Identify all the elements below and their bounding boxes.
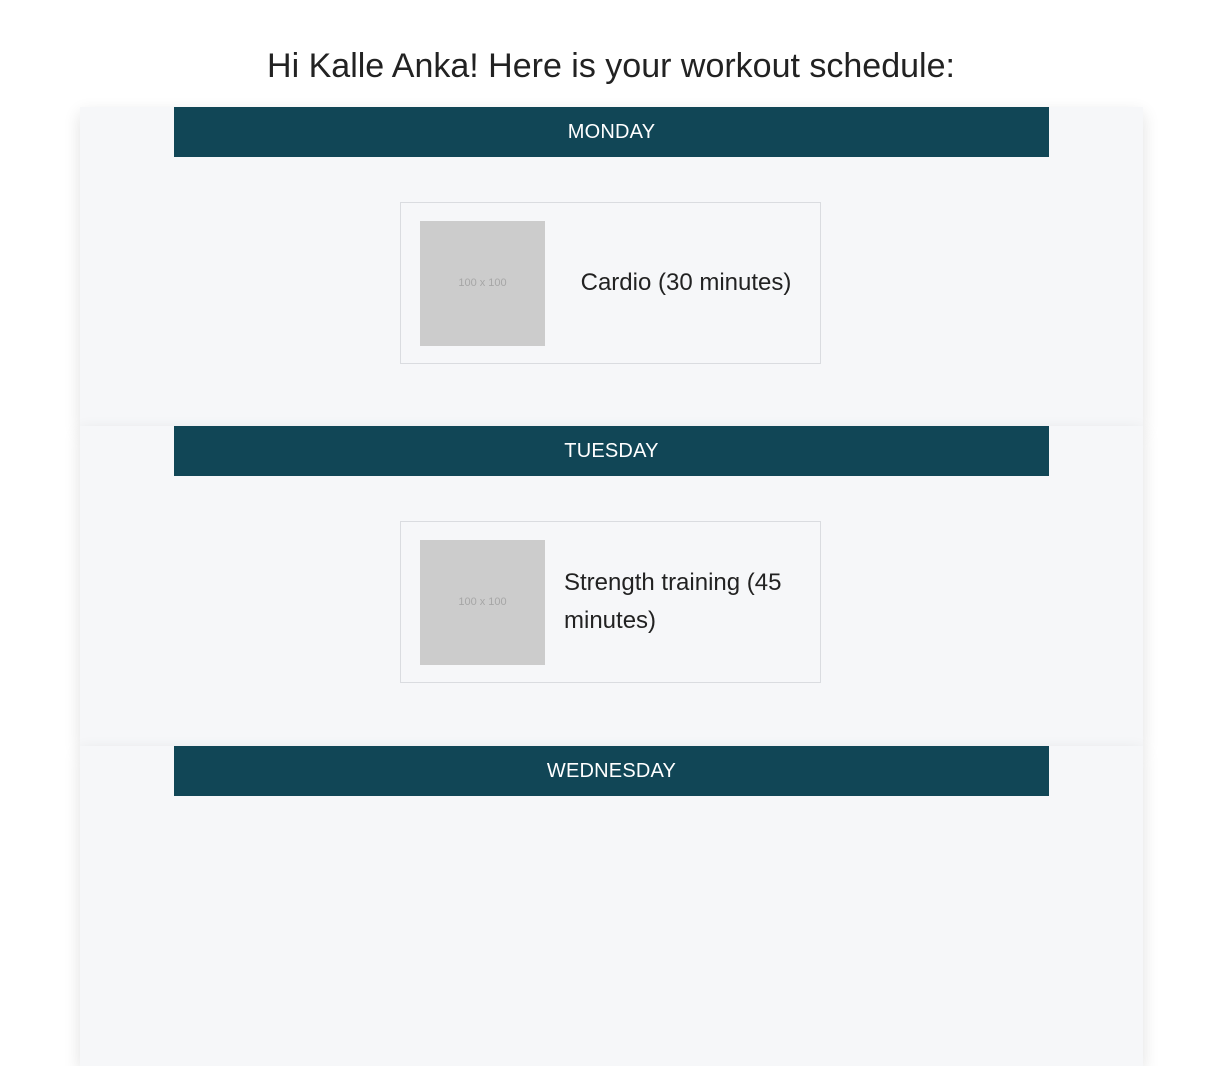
page-title: Hi Kalle Anka! Here is your workout sche…	[267, 47, 955, 85]
day-section-tuesday: TUESDAY 100 x 100 Strength training (45 …	[80, 426, 1143, 746]
workout-label: Strength training (45 minutes)	[564, 569, 782, 634]
day-section-wednesday: WEDNESDAY	[80, 746, 1143, 1066]
workout-image-placeholder: 100 x 100	[420, 221, 545, 346]
workout-schedule: MONDAY 100 x 100 Cardio (30 minutes) TUE…	[80, 107, 1143, 1066]
workout-label: Cardio (30 minutes)	[580, 269, 792, 296]
workout-card: 100 x 100 Strength training (45 minutes)	[400, 521, 821, 683]
workout-card: 100 x 100 Cardio (30 minutes)	[400, 202, 821, 364]
day-section-monday: MONDAY 100 x 100 Cardio (30 minutes)	[80, 107, 1143, 427]
day-header-wednesday: WEDNESDAY	[174, 746, 1049, 796]
day-header-monday: MONDAY	[174, 107, 1049, 157]
day-header-tuesday: TUESDAY	[174, 426, 1049, 476]
workout-image-placeholder: 100 x 100	[420, 540, 545, 665]
